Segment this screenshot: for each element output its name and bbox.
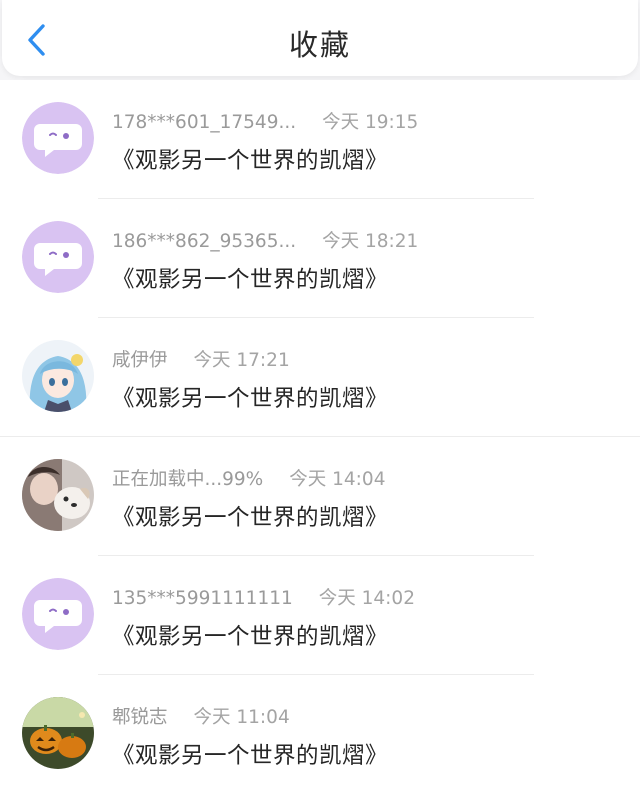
username[interactable]: 186***862_95365... — [112, 231, 296, 252]
username[interactable]: 郫锐志 — [112, 707, 168, 728]
username[interactable]: 正在加载中...99% — [112, 469, 263, 490]
timestamp: 今天 11:04 — [193, 707, 290, 728]
item-meta: 186***862_95365... 今天 18:21 — [112, 227, 418, 253]
pumpkin-avatar[interactable] — [22, 697, 94, 769]
favorites-list: 178***601_17549... 今天 19:15 《观影另一个世界的凯熠》 … — [0, 80, 640, 795]
default-chat-avatar[interactable] — [22, 221, 94, 293]
favorite-title[interactable]: 《观影另一个世界的凯熠》 — [112, 143, 388, 175]
favorite-title[interactable]: 《观影另一个世界的凯熠》 — [112, 500, 388, 532]
default-chat-avatar[interactable] — [22, 102, 94, 174]
item-meta: 郫锐志 今天 11:04 — [112, 703, 290, 729]
username[interactable]: 178***601_17549... — [112, 112, 296, 133]
item-meta: 135***5991111111 今天 14:02 — [112, 584, 415, 610]
item-meta: 正在加载中...99% 今天 14:04 — [112, 465, 385, 491]
favorite-item[interactable]: 正在加载中...99% 今天 14:04 《观影另一个世界的凯熠》 — [0, 437, 640, 556]
username[interactable]: 咸伊伊 — [112, 350, 168, 371]
photo-dog-avatar[interactable] — [22, 459, 94, 531]
timestamp: 今天 14:02 — [318, 588, 415, 609]
page-title: 收藏 — [288, 28, 351, 62]
anime-girl-avatar[interactable] — [22, 340, 94, 412]
favorite-item[interactable]: 郫锐志 今天 11:04 《观影另一个世界的凯熠》 — [0, 675, 640, 794]
username[interactable]: 135***5991111111 — [112, 588, 293, 609]
top-bar: 收藏 — [2, 0, 638, 76]
item-meta: 178***601_17549... 今天 19:15 — [112, 108, 418, 134]
favorite-title[interactable]: 《观影另一个世界的凯熠》 — [112, 262, 388, 294]
default-chat-avatar[interactable] — [22, 578, 94, 650]
favorite-item[interactable]: 178***601_17549... 今天 19:15 《观影另一个世界的凯熠》 — [0, 80, 640, 199]
timestamp: 今天 17:21 — [193, 350, 290, 371]
favorite-title[interactable]: 《观影另一个世界的凯熠》 — [112, 619, 388, 651]
timestamp: 今天 14:04 — [289, 469, 386, 490]
favorite-item[interactable]: 186***862_95365... 今天 18:21 《观影另一个世界的凯熠》 — [0, 199, 640, 318]
favorite-title[interactable]: 《观影另一个世界的凯熠》 — [112, 381, 388, 413]
item-meta: 咸伊伊 今天 17:21 — [112, 346, 290, 372]
favorite-title[interactable]: 《观影另一个世界的凯熠》 — [112, 738, 388, 770]
favorite-item[interactable]: 咸伊伊 今天 17:21 《观影另一个世界的凯熠》 — [0, 318, 640, 437]
timestamp: 今天 18:21 — [322, 231, 419, 252]
favorite-item[interactable]: 135***5991111111 今天 14:02 《观影另一个世界的凯熠》 — [0, 556, 640, 675]
timestamp: 今天 19:15 — [322, 112, 419, 133]
